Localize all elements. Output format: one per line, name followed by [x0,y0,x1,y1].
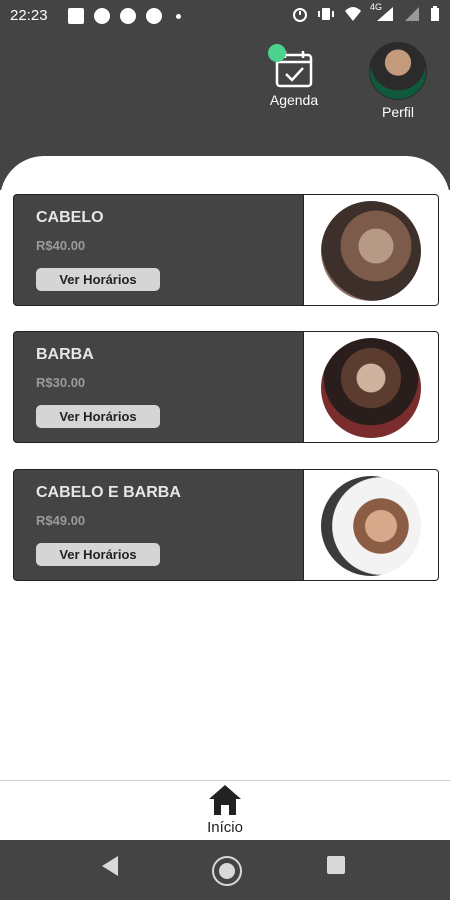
service-info: CABELO R$40.00 Ver Horários [14,195,302,305]
alarm-icon [293,8,307,22]
service-card-cabelo: CABELO R$40.00 Ver Horários [13,194,439,306]
service-card-barba: BARBA R$30.00 Ver Horários [13,331,439,443]
status-bar: 22:23 4G [0,0,450,32]
home-icon [209,785,241,815]
service-name: CABELO [36,209,104,226]
perfil-label: Perfil [382,104,414,120]
notification-icons [68,8,181,24]
service-info: CABELO E BARBA R$49.00 Ver Horários [14,470,302,580]
battery-icon [431,6,439,21]
back-icon[interactable] [102,856,118,876]
haircut-photo [321,201,421,301]
agenda-label: Agenda [269,92,319,108]
vibrate-icon [318,8,334,20]
nav-item-inicio[interactable]: Início [195,783,255,836]
notification-icon [68,8,84,24]
service-image-panel [303,195,438,305]
service-name: BARBA [36,346,94,363]
signal-icon [405,7,419,21]
service-price: R$40.00 [36,238,86,253]
recent-apps-icon[interactable] [327,856,345,874]
more-notifications-icon [176,13,181,19]
perfil-button[interactable]: Perfil [368,42,428,120]
service-price: R$30.00 [36,375,86,390]
ver-horarios-button[interactable]: Ver Horários [36,405,160,428]
bottom-navigation: Início [0,780,450,841]
service-card-cabelo-e-barba: CABELO E BARBA R$49.00 Ver Horários [13,469,439,581]
facebook-icon [94,8,110,24]
ver-horarios-button[interactable]: Ver Horários [36,268,160,291]
nav-label-inicio: Início [207,819,243,836]
wifi-icon [345,7,361,21]
service-info: BARBA R$30.00 Ver Horários [14,332,302,442]
android-navigation-bar [0,840,450,900]
ver-horarios-button[interactable]: Ver Horários [36,543,160,566]
haircut-and-beard-photo [321,476,421,576]
signal-icon: 4G [370,2,394,22]
system-icons: 4G [292,2,440,22]
service-price: R$49.00 [36,513,86,528]
services-list: CABELO R$40.00 Ver Horários BARBA R$30.0… [0,156,450,780]
service-image-panel [303,332,438,442]
status-time: 22:23 [10,7,48,24]
beard-photo [321,338,421,438]
service-name: CABELO E BARBA [36,484,181,501]
agenda-button[interactable]: Agenda [264,44,324,108]
home-circle-icon[interactable] [212,856,242,886]
agenda-badge [268,44,286,62]
avatar [369,42,427,100]
service-image-panel [303,470,438,580]
pinterest-icon [120,8,136,24]
pinterest-icon [146,8,162,24]
